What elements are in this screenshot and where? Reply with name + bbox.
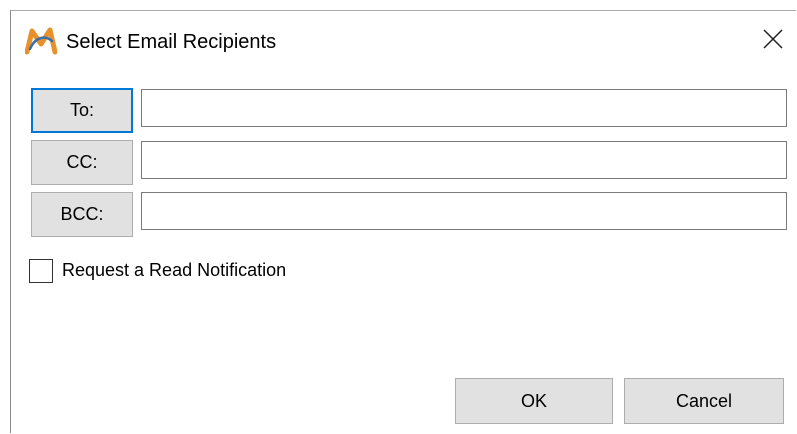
to-field[interactable] <box>141 89 787 127</box>
read-notification-label[interactable]: Request a Read Notification <box>62 260 286 281</box>
bcc-button[interactable]: BCC: <box>31 192 133 237</box>
window-title: Select Email Recipients <box>66 31 277 53</box>
ok-button[interactable]: OK <box>455 378 613 424</box>
to-button[interactable]: To: <box>31 88 133 133</box>
read-notification-checkbox[interactable] <box>29 259 53 283</box>
title-bar: Select Email Recipients <box>11 11 796 71</box>
bcc-field[interactable] <box>141 192 787 230</box>
close-button[interactable] <box>750 11 796 71</box>
cc-button[interactable]: CC: <box>31 140 133 185</box>
cc-field[interactable] <box>141 141 787 179</box>
email-recipients-dialog: Select Email Recipients To: CC: BCC: Req… <box>10 10 796 433</box>
m-logo-icon <box>24 27 58 55</box>
cancel-button[interactable]: Cancel <box>624 378 784 424</box>
close-icon <box>763 28 783 54</box>
